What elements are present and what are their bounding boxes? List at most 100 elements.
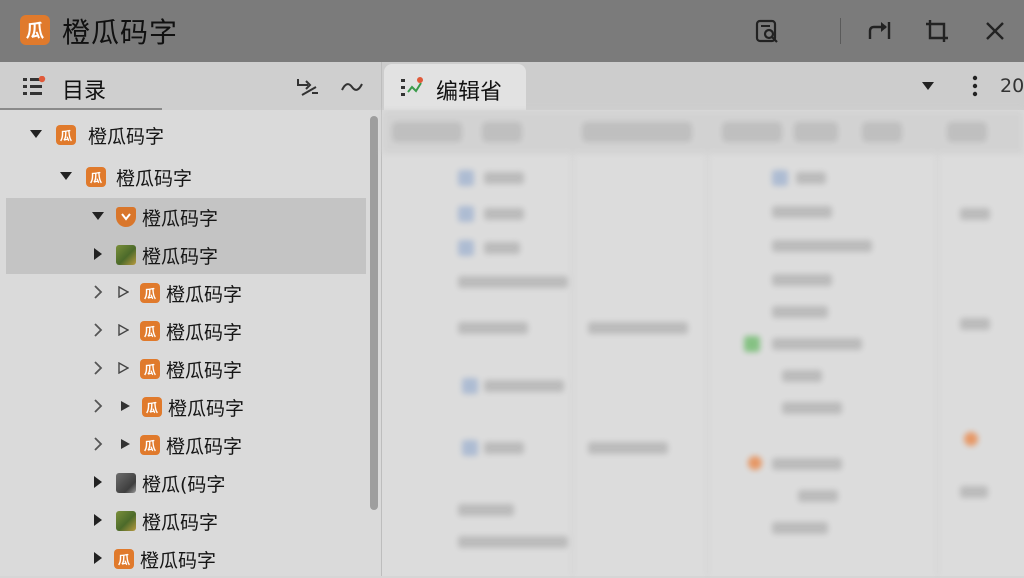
tree-row-label: 橙瓜码字 bbox=[142, 246, 219, 268]
chevron-right-icon[interactable] bbox=[90, 398, 106, 414]
tree-row[interactable]: 瓜 橙瓜码字 bbox=[6, 426, 366, 464]
tree-row[interactable]: 橙瓜码字 bbox=[6, 502, 366, 540]
more-vertical-icon[interactable] bbox=[966, 74, 984, 98]
orange-book-icon: 瓜 bbox=[86, 167, 106, 187]
blurred-editor-content bbox=[382, 110, 1024, 576]
chevron-right-icon[interactable] bbox=[90, 360, 106, 376]
blurred-line bbox=[798, 490, 838, 502]
app-logo-icon: 瓜 bbox=[20, 15, 50, 45]
tree-row[interactable]: 瓜 橙瓜码字 bbox=[6, 274, 366, 312]
expand-arrow-right-icon[interactable] bbox=[90, 550, 106, 566]
tree-row[interactable]: 橙瓜(码字 bbox=[6, 464, 366, 502]
blurred-icon bbox=[772, 170, 788, 186]
tree-row-label: 橙瓜码字 bbox=[166, 322, 243, 344]
blurred-block bbox=[794, 122, 838, 142]
app-title: 橙瓜码字 bbox=[62, 16, 179, 49]
chevron-right-icon[interactable] bbox=[90, 322, 106, 338]
tree-row[interactable]: 橙瓜码字 bbox=[6, 198, 366, 236]
blurred-line bbox=[772, 522, 828, 534]
blurred-line bbox=[796, 172, 826, 184]
orange-book-icon: 瓜 bbox=[140, 283, 160, 303]
blurred-icon bbox=[458, 206, 474, 222]
tree-row[interactable]: 瓜 橙瓜码字 bbox=[6, 350, 366, 388]
orange-book-icon: 瓜 bbox=[142, 397, 162, 417]
shield-icon bbox=[116, 207, 136, 227]
blurred-block bbox=[482, 122, 522, 142]
blurred-line bbox=[772, 306, 828, 318]
photo2-icon bbox=[116, 473, 136, 493]
tree-row[interactable]: 瓜 橙瓜码字 bbox=[6, 540, 366, 578]
catalog-header: 目录 bbox=[0, 62, 381, 110]
crop-icon[interactable] bbox=[920, 14, 954, 48]
tree-row[interactable]: 橙瓜码字 bbox=[6, 236, 366, 274]
photo-icon bbox=[116, 245, 136, 265]
tree-row-label: 橙瓜码字 bbox=[116, 168, 193, 190]
chevron-right-icon[interactable] bbox=[90, 284, 106, 300]
tree-row[interactable]: 瓜 橙瓜码字 bbox=[6, 116, 366, 154]
catalog-tree: 瓜 橙瓜码字 瓜 橙瓜码字 橙瓜码字 橙瓜码字 瓜 橙瓜码字 瓜 橙瓜码字 瓜 … bbox=[0, 110, 372, 576]
blurred-line bbox=[772, 458, 842, 470]
editor-tab-icon bbox=[400, 76, 424, 98]
play-filled-icon bbox=[118, 437, 132, 451]
blurred-line bbox=[484, 442, 524, 454]
editor-area: 编辑省 20 bbox=[382, 62, 1024, 576]
play-outline-icon bbox=[116, 285, 130, 299]
blurred-icon bbox=[462, 378, 478, 394]
editor-tabbar: 编辑省 20 bbox=[382, 62, 1024, 110]
tree-row-label: 橙瓜码字 bbox=[166, 360, 243, 382]
search-doc-icon[interactable] bbox=[750, 14, 784, 48]
blurred-block bbox=[582, 122, 692, 142]
blurred-green-icon bbox=[744, 336, 760, 352]
truncated-value: 20 bbox=[1000, 75, 1024, 97]
tree-row-label: 橙瓜码字 bbox=[88, 126, 165, 148]
chevron-right-icon[interactable] bbox=[90, 436, 106, 452]
blurred-line bbox=[772, 338, 862, 350]
blurred-line bbox=[458, 536, 568, 548]
blurred-divider bbox=[572, 154, 573, 576]
blurred-line bbox=[458, 322, 528, 334]
expand-arrow-down-icon[interactable] bbox=[28, 126, 44, 142]
expand-arrow-down-icon[interactable] bbox=[58, 168, 74, 184]
tree-row-label: 橙瓜码字 bbox=[166, 436, 243, 458]
blurred-line bbox=[484, 172, 524, 184]
orange-book-icon: 瓜 bbox=[114, 549, 134, 569]
blurred-line bbox=[458, 504, 514, 516]
tree-row[interactable]: 瓜 橙瓜码字 bbox=[6, 388, 366, 426]
tree-row[interactable]: 瓜 橙瓜码字 bbox=[6, 158, 366, 196]
expand-arrow-right-icon[interactable] bbox=[90, 246, 106, 262]
blurred-line bbox=[484, 208, 524, 220]
blurred-orange-dot bbox=[964, 432, 978, 446]
expand-arrow-right-icon[interactable] bbox=[90, 474, 106, 490]
blurred-line bbox=[588, 322, 688, 334]
redirect-icon[interactable] bbox=[862, 14, 896, 48]
blurred-icon bbox=[458, 240, 474, 256]
tab-editor-label: 编辑省 bbox=[436, 80, 503, 105]
wave-icon[interactable] bbox=[340, 76, 364, 98]
expand-arrow-down-icon[interactable] bbox=[90, 208, 106, 224]
tree-row-label: 橙瓜码字 bbox=[168, 398, 245, 420]
blurred-divider bbox=[707, 154, 708, 576]
catalog-panel: 目录 瓜 橙瓜码字 瓜 橙瓜码字 橙瓜码字 橙瓜码字 瓜 橙瓜码字 瓜 橙瓜码字… bbox=[0, 62, 382, 576]
tab-editor[interactable]: 编辑省 bbox=[384, 64, 526, 110]
blurred-block bbox=[947, 122, 987, 142]
tree-row[interactable]: 瓜 橙瓜码字 bbox=[6, 312, 366, 350]
expand-arrow-right-icon[interactable] bbox=[90, 512, 106, 528]
tree-row-label: 橙瓜码字 bbox=[140, 550, 217, 572]
orange-book-icon: 瓜 bbox=[140, 359, 160, 379]
blurred-orange-dot bbox=[748, 456, 762, 470]
tab-dropdown-icon[interactable] bbox=[918, 76, 938, 96]
titlebar-divider bbox=[840, 18, 841, 44]
blurred-line bbox=[458, 276, 568, 288]
blurred-icon bbox=[458, 170, 474, 186]
catalog-scrollbar[interactable] bbox=[370, 116, 378, 510]
blurred-divider bbox=[937, 154, 938, 576]
close-icon[interactable] bbox=[978, 14, 1012, 48]
play-outline-icon bbox=[116, 323, 130, 337]
blurred-line bbox=[960, 318, 990, 330]
blurred-line bbox=[960, 208, 990, 220]
sort-icon[interactable] bbox=[294, 75, 320, 99]
catalog-title: 目录 bbox=[62, 79, 107, 104]
blurred-line bbox=[782, 370, 822, 382]
blurred-line bbox=[588, 442, 668, 454]
blurred-toolbar bbox=[382, 110, 1024, 154]
